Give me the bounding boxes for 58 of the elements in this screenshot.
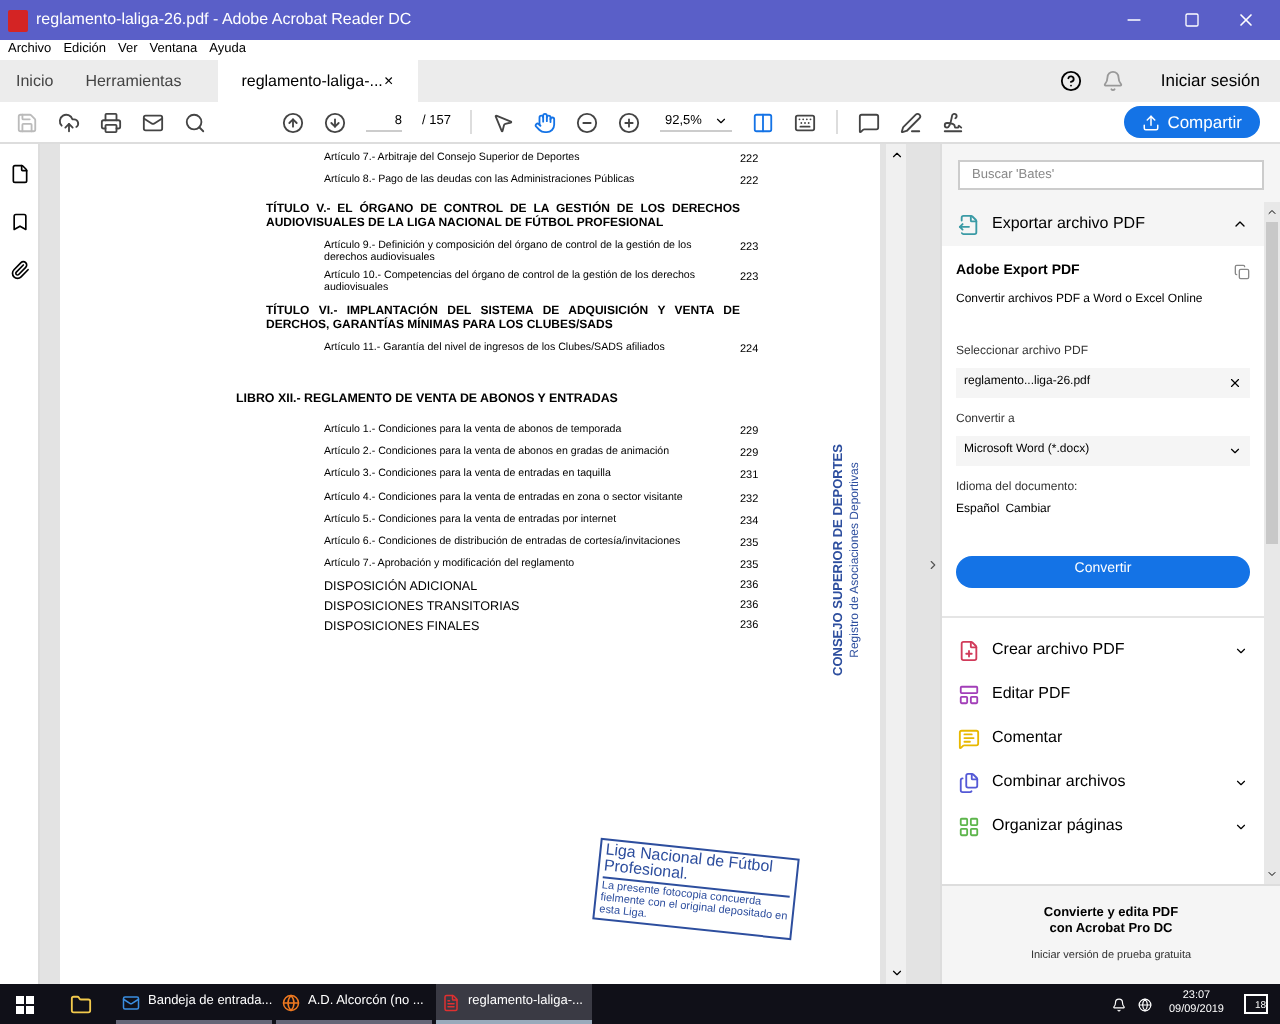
tab[interactable]: Inicio bbox=[0, 60, 70, 102]
close-icon[interactable] bbox=[1236, 10, 1256, 30]
chevron-icon[interactable] bbox=[1234, 643, 1248, 657]
mail-icon bbox=[122, 993, 140, 1011]
window-title: reglamento-laliga-26.pdf - Adobe Acrobat Reader DC bbox=[36, 8, 414, 32]
comment-icon bbox=[958, 727, 980, 749]
hand-icon[interactable] bbox=[534, 111, 557, 133]
start-icon[interactable] bbox=[16, 995, 34, 1013]
collapse-icon[interactable] bbox=[1232, 216, 1248, 232]
export-file-icon bbox=[958, 213, 980, 235]
layout-icon bbox=[958, 683, 980, 705]
globe-icon bbox=[282, 993, 300, 1011]
scroll-down-icon[interactable] bbox=[889, 966, 903, 980]
tool-item[interactable]: Organizar páginas bbox=[958, 809, 1248, 843]
maximize-icon[interactable] bbox=[1184, 12, 1200, 28]
copy-icon bbox=[1234, 264, 1250, 281]
chevron-icon[interactable] bbox=[1234, 819, 1248, 833]
previous-page-icon[interactable] bbox=[282, 111, 304, 133]
clear-icon[interactable] bbox=[1228, 375, 1242, 389]
document-icon bbox=[442, 993, 460, 1011]
bookmark-icon[interactable] bbox=[9, 212, 29, 232]
tray-icon[interactable] bbox=[1112, 997, 1127, 1011]
tab[interactable]: reglamento-laliga-...× bbox=[217, 60, 418, 102]
tool-item[interactable]: Combinar archivos bbox=[958, 765, 1248, 799]
help-icon[interactable] bbox=[1060, 70, 1083, 92]
tool-item[interactable]: Editar PDF bbox=[958, 677, 1248, 711]
close-tab-icon[interactable]: × bbox=[384, 69, 394, 93]
tool-item[interactable]: Comentar bbox=[958, 721, 1248, 755]
print-icon[interactable] bbox=[100, 111, 122, 133]
signature-icon[interactable] bbox=[941, 111, 964, 133]
caret-icon bbox=[1228, 443, 1242, 457]
page-grid-icon bbox=[958, 815, 980, 837]
page-thumbnails-icon[interactable] bbox=[9, 164, 29, 184]
mail-icon[interactable] bbox=[142, 111, 164, 133]
file-plus-icon bbox=[958, 639, 980, 661]
caret-icon bbox=[713, 114, 728, 128]
expand-panel-icon[interactable] bbox=[926, 557, 940, 571]
chevron-icon[interactable] bbox=[1234, 775, 1248, 789]
sign-in-link[interactable]: Iniciar sesión bbox=[1160, 68, 1260, 94]
tool-item[interactable]: Crear archivo PDF bbox=[958, 633, 1248, 667]
comment-icon[interactable] bbox=[857, 111, 880, 133]
pointer-icon[interactable] bbox=[492, 111, 515, 133]
share-icon bbox=[1141, 113, 1160, 131]
zoom-in-icon[interactable] bbox=[618, 111, 641, 133]
files-icon bbox=[958, 771, 980, 793]
upload-icon[interactable] bbox=[58, 111, 80, 133]
next-page-icon[interactable] bbox=[324, 111, 346, 133]
share-button[interactable]: Compartir bbox=[1123, 106, 1260, 138]
scroll-up-icon[interactable] bbox=[889, 148, 903, 162]
pen-icon[interactable] bbox=[899, 111, 922, 133]
network-icon[interactable] bbox=[1138, 997, 1153, 1011]
zoom-out-icon[interactable] bbox=[576, 111, 599, 133]
tab[interactable]: Herramientas bbox=[69, 60, 198, 102]
search-icon[interactable] bbox=[184, 111, 206, 133]
attachment-icon[interactable] bbox=[9, 260, 29, 280]
app-icon bbox=[8, 9, 28, 31]
export-panel-header[interactable]: Exportar archivo PDF bbox=[942, 202, 1264, 246]
folder-icon[interactable] bbox=[70, 993, 92, 1015]
